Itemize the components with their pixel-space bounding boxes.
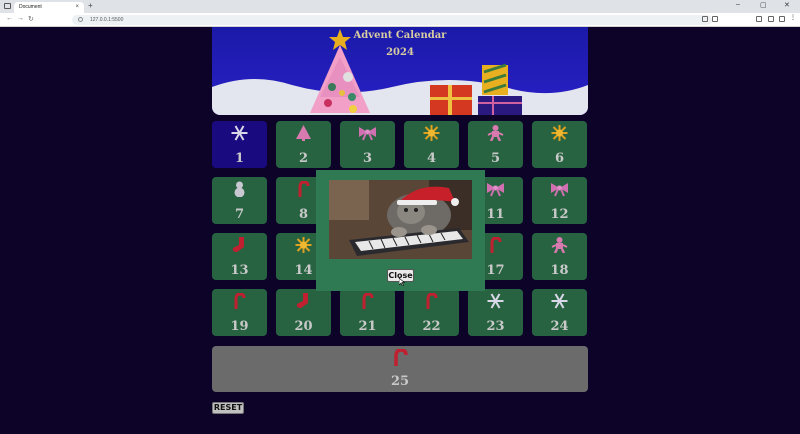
maximize-button[interactable]: ▢ [760,1,767,9]
tab-list-icon[interactable] [4,3,11,9]
day-tile-18[interactable]: 18 [532,233,587,280]
day-number: 4 [426,151,437,166]
gingerbread-icon [551,237,568,253]
day-number: 12 [550,207,569,222]
close-window-button[interactable]: ✕ [784,1,790,9]
calendar-title: Advent Calendar 2024 [212,30,588,58]
snowman-icon [234,181,245,197]
profile-icon[interactable] [768,16,774,22]
day-number: 25 [390,374,410,389]
browser-tab-bar: Document × + – ▢ ✕ [0,0,800,13]
day-tile-5[interactable]: 5 [468,121,523,168]
reload-button[interactable]: ↻ [28,15,34,23]
title-line1: Advent Calendar [353,30,447,41]
star-icon [551,125,568,141]
day-number: 24 [550,319,569,334]
site-info-icon[interactable] [78,17,83,22]
day-tile-22[interactable]: 22 [404,289,459,336]
candy-cane-icon [426,293,438,309]
sidebar-icon[interactable] [756,16,762,22]
cat-santa-hat-illustration [329,180,472,259]
bow-icon [359,127,376,141]
day-tile-4[interactable]: 4 [404,121,459,168]
reset-button[interactable]: RESET [212,402,244,414]
day-tile-7[interactable]: 7 [212,177,267,224]
address-bar: ← → ↻ 127.0.0.1:5500 ⋮ [0,13,800,27]
new-tab-button[interactable]: + [88,1,93,10]
day-number: 13 [230,263,249,278]
day-tile-19[interactable]: 19 [212,289,267,336]
day-tile-2[interactable]: 2 [276,121,331,168]
day-reveal-modal: Close [316,170,485,291]
mouse-cursor-icon [399,278,405,286]
extensions-icon[interactable] [779,16,785,22]
day-tile-20[interactable]: 20 [276,289,331,336]
back-button[interactable]: ← [6,15,13,22]
day-number: 1 [234,151,245,166]
forward-button[interactable]: → [17,15,24,22]
title-year: 2024 [386,47,414,58]
day-number: 6 [554,151,565,166]
day-number: 18 [550,263,569,278]
day-tile-21[interactable]: 21 [340,289,395,336]
bow-icon [551,183,568,197]
candy-cane-icon [394,349,408,366]
day-tile-23[interactable]: 23 [468,289,523,336]
tab-close-icon[interactable]: × [75,2,79,13]
day-number: 23 [486,319,505,334]
day-tile-12[interactable]: 12 [532,177,587,224]
day-number: 22 [422,319,441,334]
snowflake-icon [487,293,504,309]
snowflake-icon [231,125,248,141]
stocking-icon [232,237,244,252]
calendar-banner: Advent Calendar 2024 [212,27,588,115]
candy-cane-icon [362,293,374,309]
day-number: 20 [294,319,313,334]
stocking-icon [296,293,308,308]
browser-tab[interactable]: Document × [14,2,84,13]
day-tile-25[interactable]: 25 [212,346,588,392]
day-tile-13[interactable]: 13 [212,233,267,280]
candy-cane-icon [234,293,246,309]
day-number: 19 [230,319,249,334]
star-icon [423,125,440,141]
tree-icon [296,125,311,141]
day-tile-3[interactable]: 3 [340,121,395,168]
day-number: 7 [234,207,245,222]
minimize-button[interactable]: – [736,1,740,8]
day-tile-6[interactable]: 6 [532,121,587,168]
url-text: 127.0.0.1:5500 [90,17,124,23]
day-number: 21 [358,319,377,334]
day-number: 2 [298,151,309,166]
snowflake-icon [551,293,568,309]
bookmark-star-icon[interactable] [712,16,718,22]
day-tile-24[interactable]: 24 [532,289,587,336]
url-input[interactable]: 127.0.0.1:5500 [72,15,712,25]
day-number: 3 [362,151,373,166]
translate-icon[interactable] [702,16,708,22]
cat-keyboard-image [329,180,472,259]
menu-icon[interactable]: ⋮ [790,15,796,22]
day-number: 5 [490,151,501,166]
day-tile-1[interactable]: 1 [212,121,267,168]
gingerbread-icon [487,125,504,141]
tab-title: Document [19,4,42,10]
